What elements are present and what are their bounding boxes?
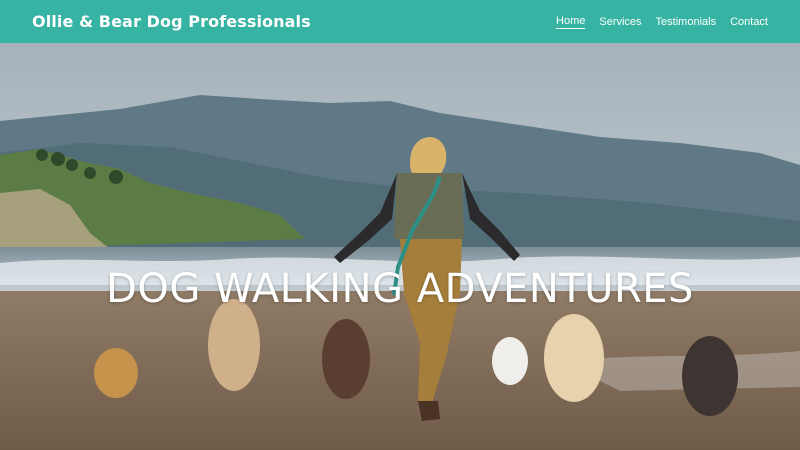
hero-title: DOG WALKING ADVENTURES (106, 266, 694, 312)
hero-section: DOG WALKING ADVENTURES (0, 43, 800, 450)
nav-home[interactable]: Home (556, 15, 586, 29)
main-nav: Home Services Testimonials Contact (556, 15, 768, 29)
nav-testimonials[interactable]: Testimonials (656, 16, 717, 28)
nav-contact[interactable]: Contact (730, 16, 768, 28)
hero-image (0, 43, 800, 450)
site-brand[interactable]: Ollie & Bear Dog Professionals (32, 12, 311, 31)
nav-services[interactable]: Services (599, 16, 641, 28)
site-header: Ollie & Bear Dog Professionals Home Serv… (0, 0, 800, 43)
